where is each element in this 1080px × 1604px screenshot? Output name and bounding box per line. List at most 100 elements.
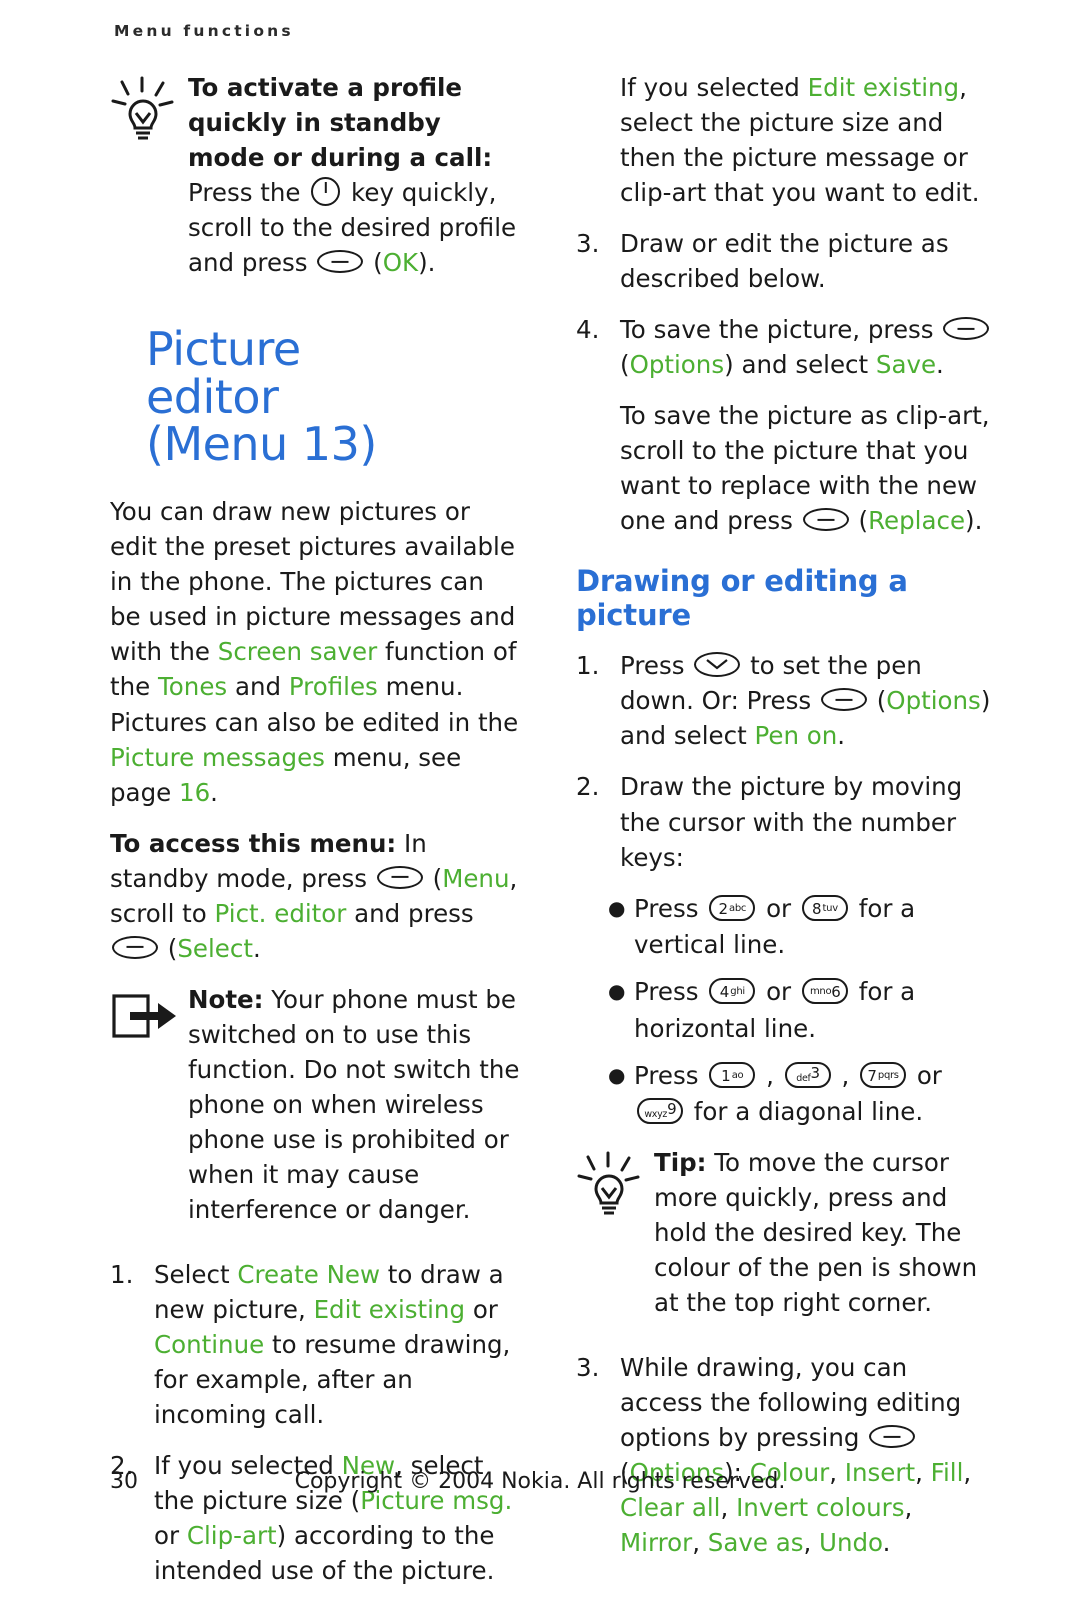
softkey-icon xyxy=(802,508,849,532)
tones-label: Tones xyxy=(158,672,228,702)
access-lead: To access this menu: xyxy=(110,828,397,858)
softkey-icon xyxy=(820,688,867,712)
note-lead: Note: xyxy=(188,984,264,1014)
key-letters: ghi xyxy=(730,986,745,998)
softkey-icon xyxy=(376,865,423,889)
b1-or: or xyxy=(758,893,799,923)
d3-s5: , xyxy=(904,1493,913,1523)
list-text: Press to set the pen down. Or: Press (Op… xyxy=(620,648,996,753)
lightbulb-icon xyxy=(576,1145,654,1336)
b3-b: for a diagonal line. xyxy=(686,1097,924,1127)
right-column: If you selected Edit existing, select th… xyxy=(576,70,996,1604)
pen-on-label: Pen on xyxy=(754,721,838,751)
bullet-dot: ● xyxy=(608,895,626,920)
key-letters: abc xyxy=(729,902,747,914)
bullet-dot: ● xyxy=(608,1062,626,1087)
list-number: 4. xyxy=(576,315,600,345)
section-subheading: Drawing or editing a picture xyxy=(576,564,908,633)
step4-d: . xyxy=(936,350,944,380)
b3-or: or xyxy=(909,1060,942,1090)
save-clipart-paragraph: To save the picture as clip-art, scroll … xyxy=(576,398,996,538)
copyright-notice: Copyright © 2004 Nokia. All rights reser… xyxy=(294,1469,786,1494)
tip-activate-profile-text: To activate a profile quickly in standby… xyxy=(188,70,520,296)
step4-b: ( xyxy=(620,350,630,380)
list-text: To save the picture, press (Options) and… xyxy=(620,312,996,382)
edit-existing-paragraph: If you selected Edit existing, select th… xyxy=(576,70,996,210)
power-key-icon xyxy=(311,177,341,207)
softkey-icon xyxy=(317,250,364,274)
key-3-icon: def3 xyxy=(784,1061,831,1088)
list-text: Draw the picture by moving the cursor wi… xyxy=(620,772,963,872)
tip-lead: Tip: xyxy=(654,1148,707,1178)
list-item: 4. To save the picture, press (Options) … xyxy=(576,312,996,382)
picture-messages-label: Picture messages xyxy=(110,742,325,772)
note-block: Note: Your phone must be switched on to … xyxy=(110,982,520,1243)
tip-activate-profile: To activate a profile quickly in standby… xyxy=(110,70,520,296)
access-menu-paragraph: To access this menu: In standby mode, pr… xyxy=(110,828,518,963)
screen-saver-label: Screen saver xyxy=(217,637,378,667)
key-letters: wxyz xyxy=(644,1109,668,1121)
list-number: 3. xyxy=(576,229,600,259)
continue-label: Continue xyxy=(154,1330,265,1359)
tip-rest-4: ). xyxy=(418,248,436,278)
left-column: To activate a profile quickly in standby… xyxy=(110,70,520,1604)
bullet-dot: ● xyxy=(608,979,626,1004)
intro-paragraph: You can draw new pictures or edit the pr… xyxy=(110,494,520,809)
key-8-icon: 8tuv xyxy=(801,894,848,921)
page-title-line1: Picture xyxy=(146,322,301,377)
key-digit: 9 xyxy=(667,1100,677,1119)
key-digit: 2 xyxy=(718,899,729,918)
clipart-b: ( xyxy=(850,506,869,536)
save-as-label: Save as xyxy=(707,1528,804,1558)
step4-a: To save the picture, press xyxy=(620,315,942,345)
left-numbered-list: 1. Select Create New to draw a new pictu… xyxy=(110,1257,520,1588)
d3-s8: . xyxy=(882,1528,891,1558)
manual-page: Menu functions To activate a profile qui… xyxy=(0,0,1080,1585)
note-body: Your phone must be switched on to use th… xyxy=(188,984,520,1224)
select-label: Select xyxy=(177,933,253,963)
intro-3: and xyxy=(227,672,289,702)
bullet-item: ● Press 1ao , def3 , 7pqrs or wxyz9 for … xyxy=(576,1058,996,1132)
ok-label: OK xyxy=(382,248,419,278)
note-text: Note: Your phone must be switched on to … xyxy=(188,982,520,1243)
options-label: Options xyxy=(886,686,981,716)
key-digit: 4 xyxy=(719,983,730,1002)
bullet-item: ● Press 4ghi or mno6 for a horizontal li… xyxy=(576,974,996,1048)
b3-a: Press xyxy=(634,1060,707,1090)
list-number: 2. xyxy=(576,772,600,802)
intro-6: . xyxy=(210,777,218,807)
mirror-label: Mirror xyxy=(620,1528,693,1558)
key-7-icon: 7pqrs xyxy=(860,1061,907,1088)
d1-a: Press xyxy=(620,651,693,681)
edit-existing-label: Edit existing xyxy=(807,73,960,102)
list-text: Draw or edit the picture as described be… xyxy=(620,229,949,294)
key-2-icon: 2abc xyxy=(709,894,756,921)
list-text: While drawing, you can access the follow… xyxy=(620,1350,996,1560)
tip-cursor-text: Tip: To move the cursor more quickly, pr… xyxy=(654,1145,996,1336)
right-numbered-list-top: 3. Draw or edit the picture as described… xyxy=(576,226,996,382)
access-4: . xyxy=(252,933,261,963)
profiles-label: Profiles xyxy=(288,672,378,702)
clipart-label: Clip-art xyxy=(186,1521,277,1551)
bullet-text: Press 2abc or 8tuv for a vertical line. xyxy=(634,891,996,965)
pointing-hand-icon xyxy=(110,982,188,1243)
step4-c: ) and select xyxy=(724,350,876,380)
edit-a: If you selected xyxy=(620,73,808,102)
d3-s4: , xyxy=(720,1493,737,1523)
key-digit: 3 xyxy=(810,1063,821,1082)
undo-label: Undo xyxy=(819,1528,883,1558)
d1-e: . xyxy=(837,721,846,751)
page-title: Picture editor (Menu 13) xyxy=(146,322,520,468)
bullet-item: ● Press 2abc or 8tuv for a vertical line… xyxy=(576,891,996,965)
lightbulb-icon xyxy=(110,70,188,296)
key-letters: mno xyxy=(809,986,832,998)
replace-label: Replace xyxy=(868,506,966,536)
b2-or: or xyxy=(758,977,799,1007)
key-digit: 6 xyxy=(831,983,841,1002)
key-1-icon: 1ao xyxy=(709,1061,756,1088)
b1-a: Press xyxy=(634,893,707,923)
tip-lead-text: To activate a profile quickly in standby… xyxy=(188,73,493,173)
tip-rest-1: Press the xyxy=(188,178,309,208)
step1-c: or xyxy=(465,1294,498,1324)
list-text: Select Create New to draw a new picture,… xyxy=(154,1257,520,1432)
